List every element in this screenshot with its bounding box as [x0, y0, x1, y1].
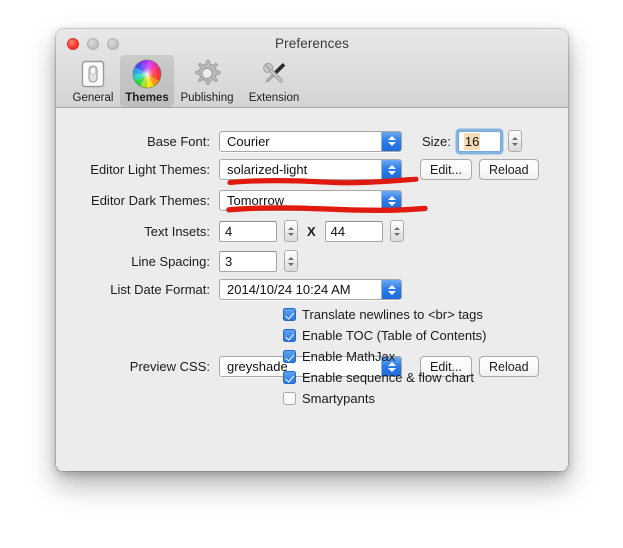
checkbox-smartypants[interactable]: Smartypants — [283, 389, 487, 408]
size-value: 16 — [463, 132, 481, 150]
checkmark-icon — [283, 350, 296, 363]
tab-publishing-label: Publishing — [180, 92, 234, 104]
row-text-insets: Text Insets: 4 X 44 — [56, 220, 404, 242]
preview-css-reload-button[interactable]: Reload — [478, 356, 539, 377]
checkbox-smartypants-label: Smartypants — [302, 391, 375, 406]
tools-icon — [258, 58, 290, 90]
light-themes-value: solarized-light — [227, 162, 308, 177]
page-title: Preferences — [275, 36, 349, 51]
checkbox-translate-newlines-label: Translate newlines to <br> tags — [302, 307, 483, 322]
checkbox-enable-sequence-flow-chart-label: Enable sequence & flow chart — [302, 370, 474, 385]
preferences-content: Base Font: Courier Size: 16 Editor Light… — [56, 108, 568, 471]
light-themes-reload-button[interactable]: Reload — [478, 159, 539, 180]
tab-extension[interactable]: Extension — [240, 55, 308, 107]
checkbox-enable-mathjax[interactable]: Enable MathJax — [283, 347, 487, 366]
light-themes-edit-button[interactable]: Edit... — [420, 159, 472, 180]
chevron-updown-icon — [381, 160, 401, 179]
text-insets-x-input[interactable]: 4 — [219, 220, 277, 242]
row-dark-themes: Editor Dark Themes: Tomorrow — [56, 190, 402, 211]
text-insets-label: Text Insets: — [144, 223, 210, 239]
tab-general-label: General — [72, 92, 114, 104]
color-wheel-icon — [131, 58, 163, 90]
options-checkbox-group: Translate newlines to <br> tags Enable T… — [283, 305, 487, 410]
base-font-label: Base Font: — [147, 133, 210, 149]
chevron-updown-icon — [381, 280, 401, 299]
text-insets-y-input[interactable]: 44 — [324, 220, 383, 242]
checkbox-enable-mathjax-label: Enable MathJax — [302, 349, 396, 364]
text-insets-y-stepper[interactable] — [389, 220, 404, 242]
chevron-updown-icon — [381, 191, 401, 210]
row-line-spacing: Line Spacing: 3 — [56, 250, 298, 272]
line-spacing-stepper[interactable] — [284, 250, 298, 272]
preview-css-label: Preview CSS: — [129, 359, 210, 374]
light-themes-label: Editor Light Themes: — [90, 162, 210, 177]
tab-extension-label: Extension — [248, 92, 300, 104]
checkbox-enable-toc-label: Enable TOC (Table of Contents) — [302, 328, 487, 343]
row-list-date-format: List Date Format: 2014/10/24 10:24 AM — [56, 279, 402, 300]
tab-publishing[interactable]: Publishing — [174, 55, 240, 107]
preview-css-value: greyshade — [227, 359, 288, 374]
base-font-dropdown[interactable]: Courier — [219, 130, 402, 152]
preferences-window: Preferences General Themes Publishing Ex… — [56, 29, 568, 471]
checkmark-icon — [283, 308, 296, 321]
dark-themes-label: Editor Dark Themes: — [91, 193, 210, 208]
dark-themes-dropdown[interactable]: Tomorrow — [219, 190, 402, 211]
checkmark-icon — [283, 329, 296, 342]
row-base-font: Base Font: Courier Size: 16 — [56, 130, 522, 152]
empty-checkbox-icon — [283, 392, 296, 405]
toolbar-tabs: General Themes Publishing Extension — [66, 55, 308, 107]
size-input[interactable]: 16 — [457, 130, 501, 152]
tab-general[interactable]: General — [66, 55, 120, 107]
tab-themes-label: Themes — [125, 92, 169, 104]
checkbox-enable-toc[interactable]: Enable TOC (Table of Contents) — [283, 326, 487, 345]
line-spacing-input[interactable]: 3 — [219, 250, 277, 272]
size-stepper[interactable] — [507, 130, 522, 152]
window-titlebar: Preferences General Themes Publishing Ex… — [56, 29, 568, 108]
list-date-format-value: 2014/10/24 10:24 AM — [227, 282, 351, 297]
size-label: Size: — [422, 133, 451, 149]
dark-themes-value: Tomorrow — [227, 193, 285, 208]
checkbox-translate-newlines[interactable]: Translate newlines to <br> tags — [283, 305, 487, 324]
base-font-value: Courier — [227, 133, 270, 149]
gear-icon — [191, 58, 223, 90]
list-date-format-dropdown[interactable]: 2014/10/24 10:24 AM — [219, 279, 402, 300]
line-spacing-label: Line Spacing: — [131, 253, 210, 269]
checkbox-enable-sequence-flow-chart[interactable]: Enable sequence & flow chart — [283, 368, 487, 387]
light-themes-dropdown[interactable]: solarized-light — [219, 159, 402, 180]
text-insets-x-stepper[interactable] — [284, 220, 298, 242]
checkmark-icon — [283, 371, 296, 384]
text-insets-separator: X — [307, 223, 316, 239]
row-light-themes: Editor Light Themes: solarized-light Edi… — [56, 159, 539, 180]
chevron-updown-icon — [381, 131, 401, 151]
tab-themes[interactable]: Themes — [120, 55, 174, 107]
list-date-format-label: List Date Format: — [110, 282, 210, 297]
toggle-switch-icon — [78, 58, 108, 90]
